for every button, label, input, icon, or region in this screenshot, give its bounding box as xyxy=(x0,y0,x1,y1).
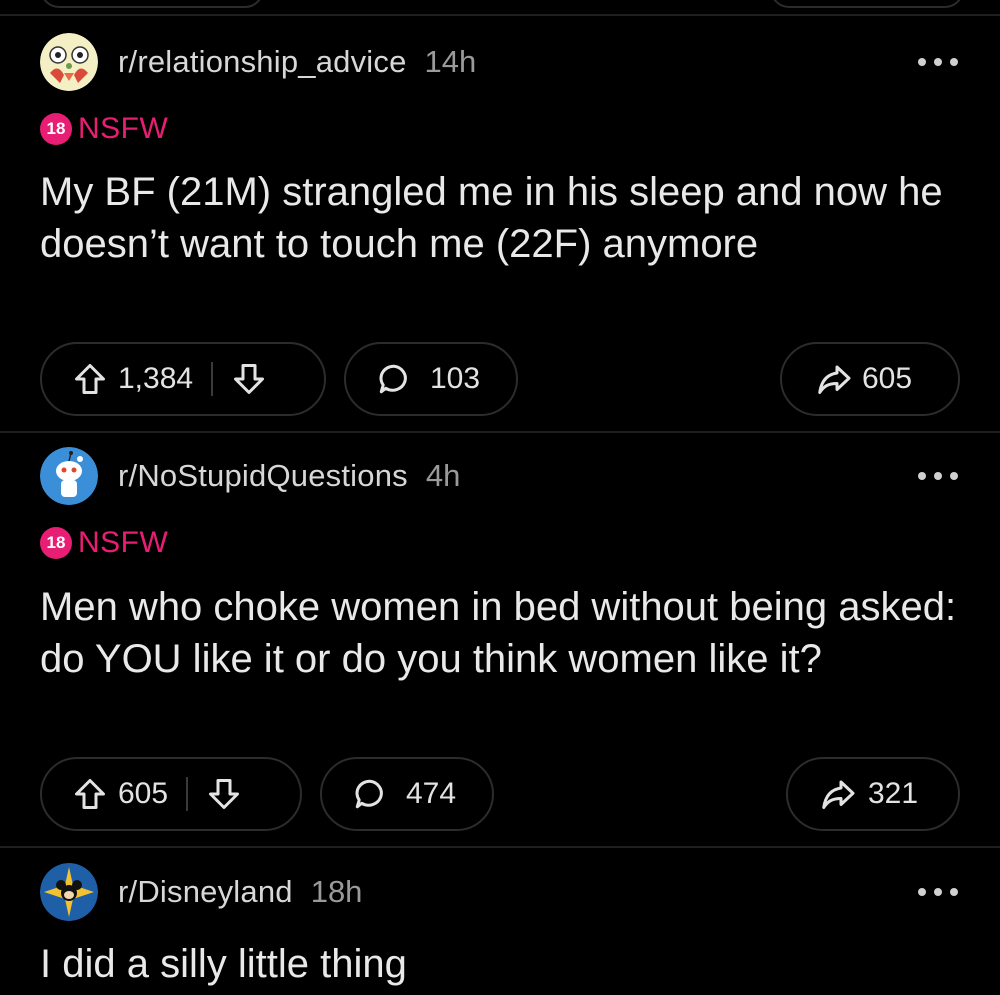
nsfw-18-badge: 18 xyxy=(40,113,72,145)
post-age: 4h xyxy=(425,458,461,493)
comment-bubble-icon xyxy=(352,776,388,812)
previous-post-actions xyxy=(0,0,1000,14)
comment-count: 103 xyxy=(430,362,481,395)
upvote-arrow-icon[interactable] xyxy=(72,776,108,812)
share-arrow-icon xyxy=(816,361,852,397)
previous-share-pill[interactable] xyxy=(770,0,964,8)
divider xyxy=(0,14,1000,16)
post-title[interactable]: I did a silly little thing xyxy=(40,938,960,990)
share-arrow-icon xyxy=(820,776,856,812)
upvote-count: 1,384 xyxy=(118,362,194,395)
subreddit-name[interactable]: r/relationship_advice xyxy=(118,44,407,80)
downvote-arrow-icon[interactable] xyxy=(231,361,267,397)
nsfw-tag: 18 NSFW xyxy=(40,526,168,560)
vote-separator xyxy=(186,777,189,811)
post-age: 18h xyxy=(310,874,363,909)
post-age: 14h xyxy=(424,44,477,79)
more-options-icon[interactable] xyxy=(918,882,958,902)
subreddit-avatar-disneyland[interactable] xyxy=(40,863,98,921)
comment-bubble-icon xyxy=(376,361,412,397)
share-button[interactable]: 321 xyxy=(786,757,960,831)
post-actions: 605 474 321 xyxy=(40,757,960,835)
nsfw-label: NSFW xyxy=(78,526,169,559)
subreddit-avatar-relationship-advice[interactable] xyxy=(40,33,98,91)
nsfw-tag: 18 NSFW xyxy=(40,112,168,146)
more-options-icon[interactable] xyxy=(918,466,958,486)
share-count: 321 xyxy=(868,777,919,810)
downvote-arrow-icon[interactable] xyxy=(206,776,242,812)
subreddit-avatar-nostupidquestions[interactable] xyxy=(40,447,98,505)
subreddit-name[interactable]: r/Disneyland xyxy=(118,874,293,910)
divider xyxy=(0,431,1000,433)
nsfw-18-badge: 18 xyxy=(40,527,72,559)
upvote-arrow-icon[interactable] xyxy=(72,361,108,397)
vote-pill: 605 xyxy=(40,757,302,831)
more-options-icon[interactable] xyxy=(918,52,958,72)
post-title[interactable]: Men who choke women in bed without being… xyxy=(40,581,960,685)
nsfw-label: NSFW xyxy=(78,112,169,145)
vote-pill: 1,384 xyxy=(40,342,326,416)
share-count: 605 xyxy=(862,362,913,395)
vote-separator xyxy=(211,362,214,396)
post-title[interactable]: My BF (21M) strangled me in his sleep an… xyxy=(40,166,960,270)
upvote-count: 605 xyxy=(118,777,169,810)
subreddit-name[interactable]: r/NoStupidQuestions xyxy=(118,458,408,494)
post-actions: 1,384 103 605 xyxy=(40,342,960,420)
divider xyxy=(0,846,1000,848)
comments-button[interactable]: 474 xyxy=(320,757,494,831)
previous-vote-pill[interactable] xyxy=(40,0,264,8)
share-button[interactable]: 605 xyxy=(780,342,960,416)
comments-button[interactable]: 103 xyxy=(344,342,518,416)
comment-count: 474 xyxy=(406,777,457,810)
